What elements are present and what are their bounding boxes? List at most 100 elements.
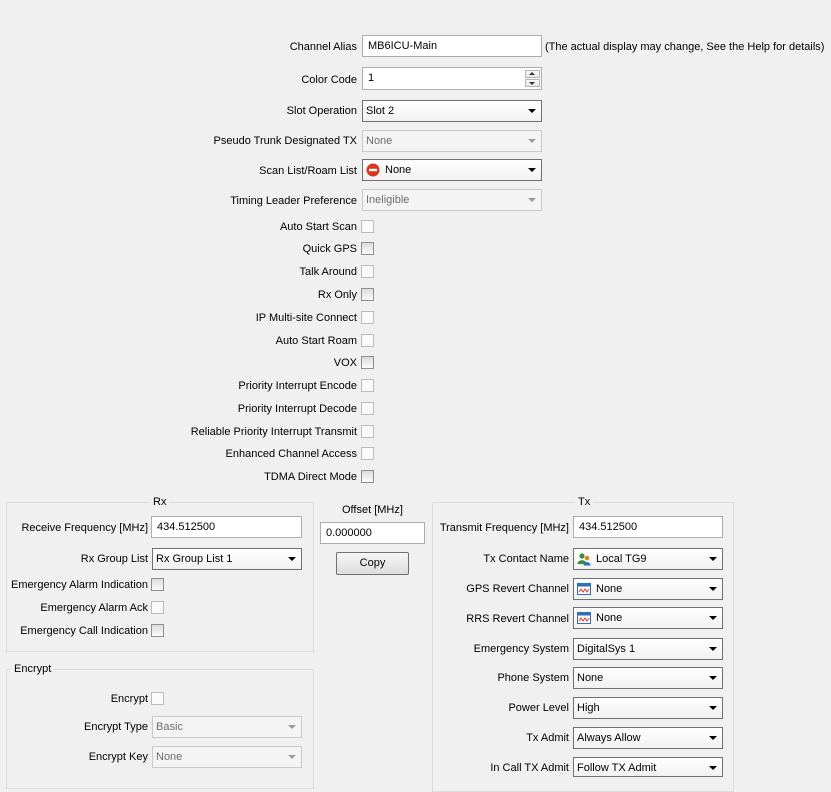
- slot-operation-select[interactable]: Slot 2: [362, 100, 542, 122]
- chevron-down-icon: [528, 198, 536, 202]
- auto-start-scan-checkbox[interactable]: [361, 220, 374, 233]
- encrypt-type-value: Basic: [156, 721, 183, 733]
- auto-start-roam-checkbox[interactable]: [361, 334, 374, 347]
- encrypt-type-select[interactable]: Basic: [152, 716, 302, 738]
- ip-multisite-label: IP Multi-site Connect: [255, 312, 357, 324]
- chevron-down-icon: [528, 109, 536, 113]
- rx-group-list-label: Rx Group List: [80, 553, 148, 565]
- emergency-system-select[interactable]: DigitalSys 1: [573, 638, 723, 660]
- arrow-down-icon: [529, 82, 535, 85]
- encrypt-key-label: Encrypt Key: [88, 751, 148, 763]
- chevron-down-icon: [709, 616, 717, 620]
- rx-only-label: Rx Only: [317, 289, 357, 301]
- rx-group-list-select[interactable]: Rx Group List 1: [152, 548, 302, 570]
- copy-button[interactable]: Copy: [336, 552, 409, 575]
- in-call-tx-admit-select[interactable]: Follow TX Admit: [573, 757, 723, 777]
- color-code-down-button[interactable]: [525, 79, 540, 87]
- group-contact-icon: [577, 552, 591, 566]
- chevron-down-icon: [709, 587, 717, 591]
- chevron-down-icon: [709, 706, 717, 710]
- gps-revert-label: GPS Revert Channel: [466, 583, 569, 595]
- talk-around-checkbox[interactable]: [361, 265, 374, 278]
- phone-system-select[interactable]: None: [573, 667, 723, 689]
- channel-icon: [577, 582, 591, 596]
- quick-gps-label: Quick GPS: [302, 243, 357, 255]
- offset-input[interactable]: 0.000000: [320, 522, 425, 544]
- in-call-tx-admit-label: In Call TX Admit: [490, 762, 569, 774]
- rx-only-checkbox[interactable]: [361, 288, 374, 301]
- color-code-up-button[interactable]: [525, 70, 540, 78]
- encrypt-key-select[interactable]: None: [152, 746, 302, 768]
- encrypt-type-label: Encrypt Type: [84, 721, 148, 733]
- reliable-priority-checkbox[interactable]: [361, 425, 374, 438]
- tx-admit-select[interactable]: Always Allow: [573, 727, 723, 749]
- scan-list-label: Scan List/Roam List: [259, 165, 357, 177]
- enhanced-access-checkbox[interactable]: [361, 447, 374, 460]
- no-entry-icon: [366, 163, 380, 177]
- color-code-stepper[interactable]: 1: [362, 67, 542, 90]
- pseudo-trunk-select[interactable]: None: [362, 130, 542, 152]
- slot-operation-value: Slot 2: [366, 105, 395, 117]
- color-code-label: Color Code: [301, 74, 357, 86]
- chevron-down-icon: [288, 557, 296, 561]
- vox-checkbox[interactable]: [361, 356, 374, 369]
- emergency-alarm-indication-label: Emergency Alarm Indication: [11, 579, 148, 591]
- encrypt-key-value: None: [156, 751, 183, 763]
- tdma-direct-label: TDMA Direct Mode: [264, 471, 357, 483]
- emergency-call-indication-checkbox[interactable]: [151, 624, 164, 637]
- vox-label: VOX: [333, 357, 357, 369]
- reliable-priority-label: Reliable Priority Interrupt Transmit: [190, 426, 357, 438]
- transmit-frequency-input[interactable]: 434.512500: [573, 516, 723, 538]
- tdma-direct-checkbox[interactable]: [361, 470, 374, 483]
- scan-list-value: None: [385, 164, 412, 176]
- rrs-revert-value: None: [596, 612, 623, 624]
- ip-multisite-checkbox[interactable]: [361, 311, 374, 324]
- encrypt-label: Encrypt: [110, 693, 148, 705]
- tx-contact-value: Local TG9: [596, 553, 647, 565]
- in-call-tx-admit-value: Follow TX Admit: [577, 762, 657, 774]
- rx-group-list-value: Rx Group List 1: [156, 553, 233, 565]
- gps-revert-select[interactable]: None: [573, 578, 723, 600]
- tx-admit-value: Always Allow: [577, 732, 641, 744]
- encrypt-checkbox[interactable]: [151, 692, 164, 705]
- timing-leader-label: Timing Leader Preference: [230, 195, 357, 207]
- emergency-alarm-ack-checkbox[interactable]: [151, 601, 164, 614]
- channel-alias-label: Channel Alias: [289, 41, 357, 53]
- quick-gps-checkbox[interactable]: [361, 242, 374, 255]
- priority-encode-checkbox[interactable]: [361, 379, 374, 392]
- chevron-down-icon: [709, 647, 717, 651]
- emergency-alarm-ack-label: Emergency Alarm Ack: [40, 602, 148, 614]
- emergency-system-value: DigitalSys 1: [577, 643, 636, 655]
- channel-alias-input[interactable]: MB6ICU-Main: [362, 35, 542, 57]
- emergency-alarm-indication-checkbox[interactable]: [151, 578, 164, 591]
- scan-list-select[interactable]: None: [362, 159, 542, 181]
- priority-decode-label: Priority Interrupt Decode: [237, 403, 357, 415]
- chevron-down-icon: [709, 736, 717, 740]
- tx-contact-select[interactable]: Local TG9: [573, 548, 723, 570]
- priority-decode-checkbox[interactable]: [361, 402, 374, 415]
- timing-leader-select[interactable]: Ineligible: [362, 189, 542, 211]
- priority-encode-label: Priority Interrupt Encode: [238, 380, 357, 392]
- phone-system-value: None: [577, 672, 604, 684]
- slot-operation-label: Slot Operation: [286, 105, 357, 117]
- chevron-down-icon: [528, 139, 536, 143]
- channel-alias-note: (The actual display may change, See the …: [545, 41, 825, 53]
- emergency-system-label: Emergency System: [473, 643, 569, 655]
- rrs-revert-label: RRS Revert Channel: [466, 613, 569, 625]
- tx-admit-label: Tx Admit: [526, 732, 569, 744]
- gps-revert-value: None: [596, 583, 623, 595]
- chevron-down-icon: [709, 676, 717, 680]
- power-level-label: Power Level: [508, 702, 569, 714]
- rrs-revert-select[interactable]: None: [573, 607, 723, 629]
- auto-start-roam-label: Auto Start Roam: [275, 335, 357, 347]
- color-code-value: 1: [368, 72, 375, 84]
- chevron-down-icon: [528, 168, 536, 172]
- receive-frequency-input[interactable]: 434.512500: [151, 516, 302, 538]
- chevron-down-icon: [709, 766, 717, 770]
- arrow-up-icon: [529, 72, 535, 75]
- power-level-select[interactable]: High: [573, 697, 723, 719]
- emergency-call-indication-label: Emergency Call Indication: [20, 625, 148, 637]
- chevron-down-icon: [709, 557, 717, 561]
- tx-group-title: Tx: [575, 495, 594, 509]
- receive-frequency-label: Receive Frequency [MHz]: [21, 522, 148, 534]
